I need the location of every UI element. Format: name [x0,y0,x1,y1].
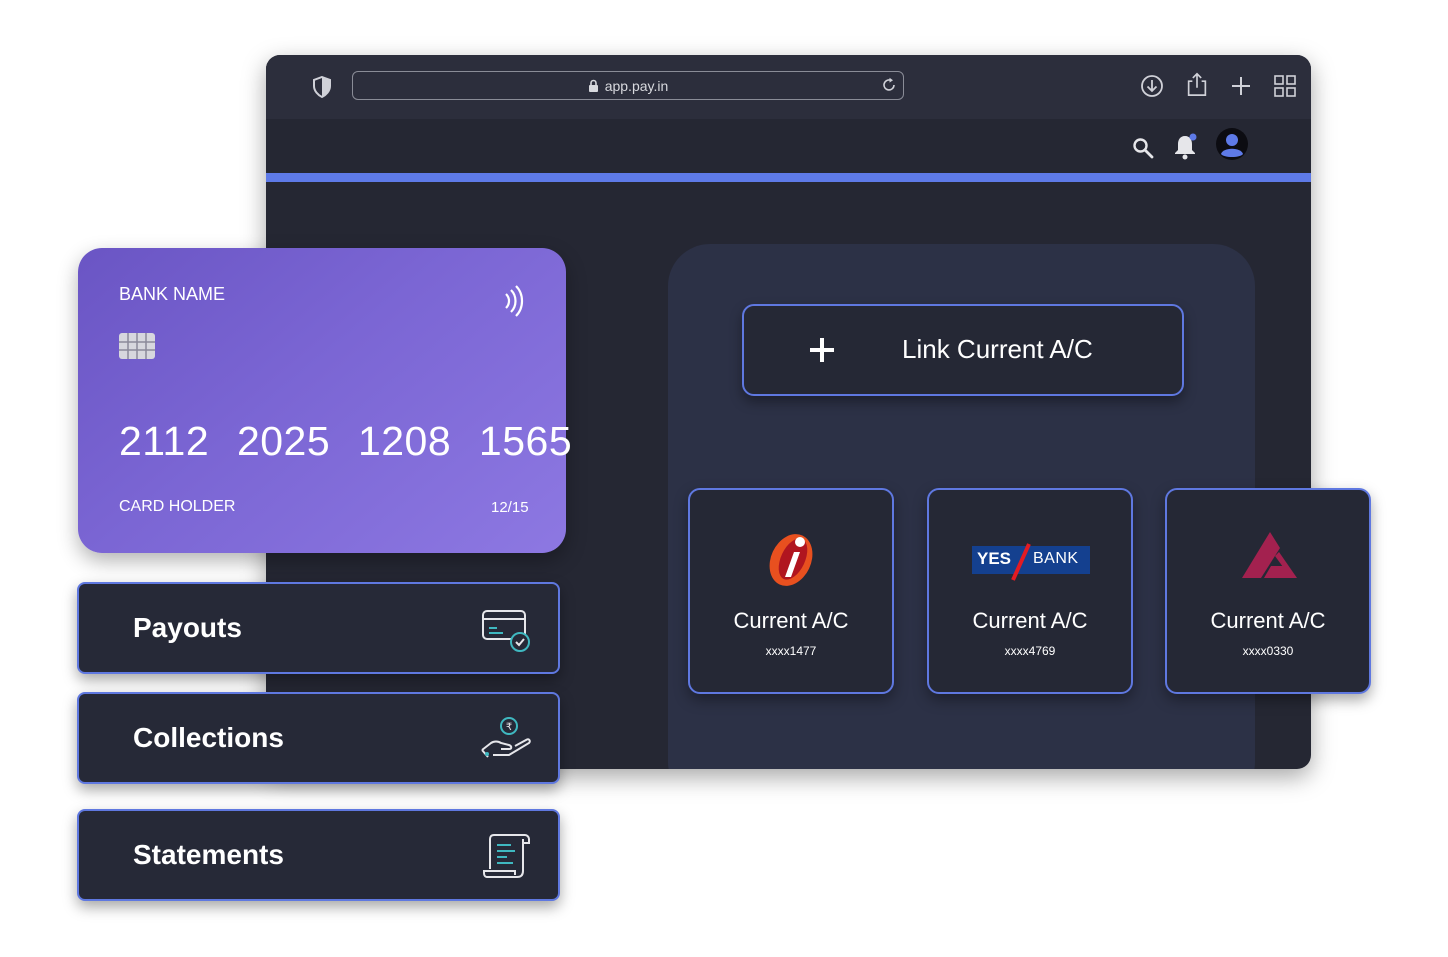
yes-bank-logo-text-right: BANK [1033,550,1079,567]
link-button-label: Link Current A/C [902,334,1093,364]
account-card-yes-bank[interactable]: YES BANK Current A/C xxxx4769 [927,488,1133,694]
shield-icon[interactable] [312,76,332,98]
avatar[interactable] [1215,127,1249,161]
yes-bank-logo-text-left: YES [977,549,1012,568]
card-number: 2112 2025 1208 1565 [119,418,573,464]
icici-logo [769,534,813,586]
account-number: xxxx1477 [765,644,817,658]
account-number: xxxx0330 [1242,644,1294,658]
account-title: Current A/C [1210,608,1326,633]
document-scroll-icon [483,834,530,878]
svg-text:₹: ₹ [506,722,512,733]
url-text: app.pay.in [604,78,669,94]
new-tab-icon[interactable] [1228,73,1254,99]
axis-logo [1242,532,1297,578]
credit-card: BANK NAME 2112 2025 1208 1565 CARD HOLDE… [78,248,572,553]
account-title: Current A/C [972,608,1088,633]
payouts-card[interactable]: Payouts [77,582,560,674]
collections-label: Collections [133,722,284,753]
collections-card[interactable]: Collections ₹ [77,692,560,784]
browser-toolbar: app.pay.in [266,55,1311,119]
app-header [266,119,1311,173]
account-card-icici[interactable]: Current A/C xxxx1477 [688,488,894,694]
account-card-axis[interactable]: Current A/C xxxx0330 [1165,488,1371,694]
search-icon[interactable] [1132,137,1154,159]
card-check-icon [482,610,530,652]
reload-icon[interactable] [881,77,897,93]
account-number: xxxx4769 [1004,644,1056,658]
link-current-account-button[interactable]: Link Current A/C [742,304,1184,396]
statements-card[interactable]: Statements [77,809,560,901]
yes-bank-logo: YES BANK [929,530,1131,588]
contactless-icon [505,285,524,317]
download-icon[interactable] [1139,73,1165,99]
card-holder: CARD HOLDER [119,498,236,515]
yes-bank-slash-icon [1011,543,1031,581]
card-expiry: 12/15 [491,499,529,516]
hand-rupee-icon: ₹ [481,717,531,758]
card-bank-name: BANK NAME [119,284,226,304]
account-title: Current A/C [733,608,849,633]
chip-icon [119,333,155,359]
share-icon[interactable] [1184,71,1210,97]
plus-icon [810,338,834,362]
lock-icon [588,79,598,92]
tabs-grid-icon[interactable] [1272,73,1298,99]
address-bar[interactable]: app.pay.in [352,71,904,100]
accent-bar [266,173,1311,182]
payouts-label: Payouts [133,612,242,643]
bell-icon[interactable] [1173,132,1199,160]
statements-label: Statements [133,839,284,870]
